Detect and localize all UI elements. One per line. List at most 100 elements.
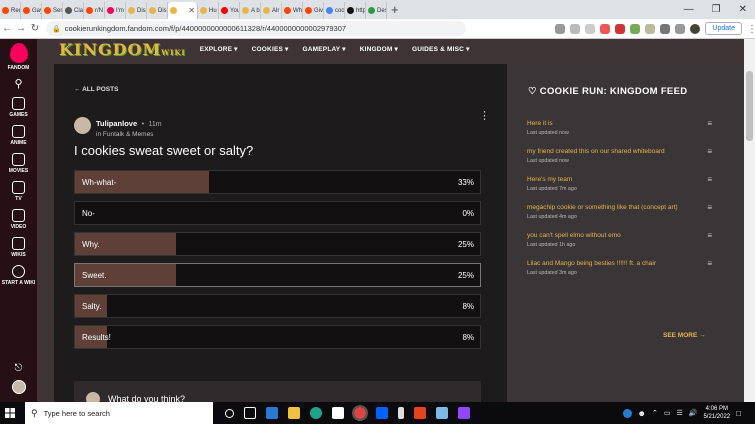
sidebar-item-anime[interactable]: ANIME (2, 125, 35, 146)
browser-tab[interactable]: Cla (63, 2, 84, 19)
browser-tab[interactable]: Red (0, 2, 21, 19)
browser-tab[interactable]: r/N (84, 2, 105, 19)
poll-option[interactable]: No- 0% (74, 201, 481, 225)
amazon-icon[interactable] (332, 407, 344, 419)
fandom-logo-icon[interactable] (9, 43, 28, 63)
author-name[interactable]: Tulipanlove (96, 119, 137, 128)
scrollbar-thumb[interactable] (746, 71, 753, 141)
feed-item-menu-icon[interactable]: ≡ (707, 203, 712, 212)
browser-tab[interactable]: Sen (42, 2, 63, 19)
poll-option[interactable]: Wh-what- 33% (74, 170, 481, 194)
browser-tab[interactable]: A b (240, 2, 261, 19)
poll-option[interactable]: Salty. 8% (74, 294, 481, 318)
browser-tab[interactable]: I'm (105, 2, 126, 19)
user-avatar[interactable] (11, 380, 26, 394)
feed-item[interactable]: you can't spell elmo without emo Last upd… (527, 231, 712, 248)
chrome-icon[interactable] (352, 405, 368, 421)
feed-item[interactable]: Here's my team Last updated 7m ago ≡ (527, 175, 712, 192)
forward-arrow-icon[interactable]: → (14, 23, 28, 34)
task-view-icon[interactable] (244, 407, 256, 419)
minimize-icon[interactable]: — (684, 4, 694, 15)
feed-item[interactable]: my friend created this on our shared whi… (527, 147, 712, 164)
extension-icon[interactable] (630, 23, 641, 34)
office-icon[interactable] (414, 407, 426, 419)
app-icon[interactable] (436, 407, 448, 419)
browser-tab[interactable]: Dis (147, 2, 168, 19)
poll-option[interactable]: Why. 25% (74, 232, 481, 256)
feed-item[interactable]: Here it is Last updated now ≡ (527, 119, 712, 136)
page-scrollbar[interactable] (744, 39, 755, 402)
url-field[interactable]: 🔒 cookierunkingdom.fandom.com/f/p/440000… (46, 21, 466, 36)
wiki-nav-explore[interactable]: EXPLORE ▾ (200, 45, 238, 53)
profile-avatar[interactable] (690, 23, 701, 34)
poll-option[interactable]: Results! 8% (74, 325, 481, 349)
extension-icon[interactable] (600, 23, 611, 34)
browser-tab[interactable]: You (219, 2, 240, 19)
app-icon[interactable] (398, 407, 404, 419)
browser-tab[interactable]: Dis (126, 2, 147, 19)
restore-icon[interactable]: ❐ (712, 4, 721, 15)
volume-icon[interactable]: 🔊 (689, 409, 698, 417)
browser-tab[interactable]: http (345, 2, 366, 19)
feed-item-menu-icon[interactable]: ≡ (707, 147, 712, 156)
file-explorer-icon[interactable] (288, 407, 300, 419)
feed-item-title[interactable]: my friend created this on our shared whi… (527, 147, 692, 156)
sidebar-item-wikis[interactable]: WIKIS (2, 237, 35, 258)
wiki-nav-gameplay[interactable]: GAMEPLAY ▾ (303, 45, 346, 53)
all-posts-link[interactable]: ← ALL POSTS (74, 86, 118, 93)
new-tab-button[interactable]: + (391, 2, 405, 17)
chevron-up-icon[interactable]: ⌃ (652, 409, 658, 417)
feed-item[interactable]: megachip cookie or something like that (… (527, 203, 712, 220)
see-more-link[interactable]: SEE MORE → (663, 332, 706, 339)
browser-tab[interactable]: Des (366, 2, 387, 19)
author-avatar[interactable] (74, 117, 91, 134)
feed-item-menu-icon[interactable]: ≡ (707, 175, 712, 184)
back-arrow-icon[interactable]: ← (0, 23, 14, 34)
feed-item-title[interactable]: Lilac and Mango being besties !!!!!! ft.… (527, 259, 692, 268)
reload-icon[interactable]: ↻ (28, 23, 42, 34)
post-options-icon[interactable]: ⋮ (479, 111, 490, 122)
sidebar-item-start-a-wiki[interactable]: START A WIKI (2, 265, 35, 286)
extension-icon[interactable] (555, 23, 566, 34)
sidebar-item-tv[interactable]: TV (2, 181, 35, 202)
sidebar-item-games[interactable]: GAMES (2, 97, 35, 118)
update-button[interactable]: Update (705, 22, 742, 35)
feed-item-title[interactable]: Here it is (527, 119, 692, 128)
poll-option[interactable]: Sweet. 25% (74, 263, 481, 287)
search-icon[interactable]: ⚲ (14, 77, 22, 90)
browser-tab[interactable]: Hu (198, 2, 219, 19)
feed-item-title[interactable]: megachip cookie or something like that (… (527, 203, 692, 212)
wiki-nav-guides-misc[interactable]: GUIDES & MISC ▾ (412, 45, 470, 53)
network-icon[interactable]: ☰ (676, 409, 682, 417)
reply-box[interactable]: What do you think? (74, 381, 481, 402)
feed-item-title[interactable]: you can't spell elmo without emo (527, 231, 692, 240)
feed-item-title[interactable]: Here's my team (527, 175, 692, 184)
notifications-icon[interactable]: □ (736, 409, 741, 418)
media-icon[interactable] (675, 23, 686, 34)
extension-icon[interactable] (615, 23, 626, 34)
feed-item-menu-icon[interactable]: ≡ (707, 119, 712, 128)
windows-start-icon[interactable] (0, 408, 20, 418)
browser-tab[interactable]: ✕ (168, 2, 198, 19)
taskbar-search[interactable]: ⚲ Type here to search (25, 402, 213, 424)
edge-icon[interactable] (310, 407, 322, 419)
star-icon[interactable] (585, 23, 596, 34)
people-icon[interactable]: ☻ (638, 409, 646, 418)
browser-tab[interactable]: Gay (21, 2, 42, 19)
help-icon[interactable] (622, 408, 632, 418)
notification-bell-icon[interactable]: ⎋ (15, 363, 23, 374)
twitch-icon[interactable] (458, 407, 470, 419)
browser-tab[interactable]: coo (324, 2, 345, 19)
wiki-logo[interactable]: KINGDOMWIKI (59, 40, 186, 59)
dropbox-icon[interactable] (376, 407, 388, 419)
tab-close-icon[interactable]: ✕ (188, 6, 195, 15)
extension-icon[interactable] (645, 23, 656, 34)
post-category[interactable]: in Funtalk & Memes (96, 131, 162, 138)
wiki-nav-cookies[interactable]: COOKIES ▾ (252, 45, 289, 53)
mail-icon[interactable] (266, 407, 278, 419)
share-icon[interactable] (570, 23, 581, 34)
browser-tab[interactable]: Wh (282, 2, 303, 19)
puzzle-icon[interactable] (660, 23, 671, 34)
browser-tab[interactable]: Alr (261, 2, 282, 19)
sidebar-item-video[interactable]: VIDEO (2, 209, 35, 230)
